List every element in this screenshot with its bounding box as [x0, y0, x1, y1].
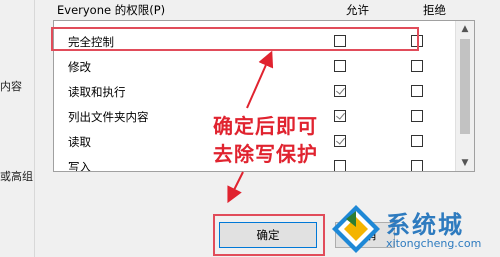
deny-checkbox-write[interactable] [411, 160, 423, 171]
background-text-2: 或高组 [0, 170, 33, 183]
list-scrollbar[interactable]: ▲ ▼ [455, 21, 474, 171]
allow-column-header: 允许 [346, 3, 369, 17]
permission-name: 读取和执行 [68, 85, 126, 99]
permission-name: 读取 [68, 135, 91, 149]
permissions-header: Everyone 的权限(P) 允许 拒绝 [55, 2, 495, 18]
allow-checkbox-read[interactable] [334, 135, 346, 147]
deny-checkbox-modify[interactable] [411, 60, 423, 72]
allow-checkbox-list-folder[interactable] [334, 110, 346, 122]
allow-checkbox-write[interactable] [334, 160, 346, 171]
annotation-text: 确定后即可 去除写保护 [213, 112, 318, 168]
permission-name: 列出文件夹内容 [68, 110, 149, 124]
permissions-title: Everyone 的权限(P) [57, 3, 166, 17]
permission-name: 写入 [68, 160, 91, 172]
deny-column-header: 拒绝 [423, 3, 446, 17]
permission-name: 修改 [68, 60, 91, 74]
allow-checkbox-read-execute[interactable] [334, 85, 346, 97]
watermark-brand: 系统城 [386, 211, 464, 239]
deny-checkbox-read[interactable] [411, 135, 423, 147]
annotation-line-2: 去除写保护 [213, 142, 318, 166]
watermark-logo-icon [332, 205, 380, 253]
arrow-to-ok-icon [227, 171, 244, 204]
scroll-up-icon[interactable]: ▲ [456, 21, 474, 37]
ok-button[interactable]: 确定 [219, 222, 317, 248]
allow-checkbox-modify[interactable] [334, 60, 346, 72]
scroll-thumb[interactable] [460, 39, 470, 134]
deny-checkbox-read-execute[interactable] [411, 85, 423, 97]
background-window: 内容 或高组 [0, 0, 34, 257]
watermark: 系统城 xitongcheng.com [328, 201, 498, 257]
watermark-url: xitongcheng.com [386, 237, 482, 250]
deny-checkbox-list-folder[interactable] [411, 110, 423, 122]
highlight-full-control-row [51, 27, 419, 51]
background-text-1: 内容 [0, 80, 22, 93]
annotation-line-1: 确定后即可 [213, 114, 318, 138]
scroll-down-icon[interactable]: ▼ [456, 155, 474, 171]
permission-row-modify[interactable]: 修改 [54, 54, 454, 78]
permission-row-read-execute[interactable]: 读取和执行 [54, 79, 454, 103]
security-dialog: Everyone 的权限(P) 允许 拒绝 完全控制 修改 读取和执行 列出文件… [35, 0, 500, 257]
